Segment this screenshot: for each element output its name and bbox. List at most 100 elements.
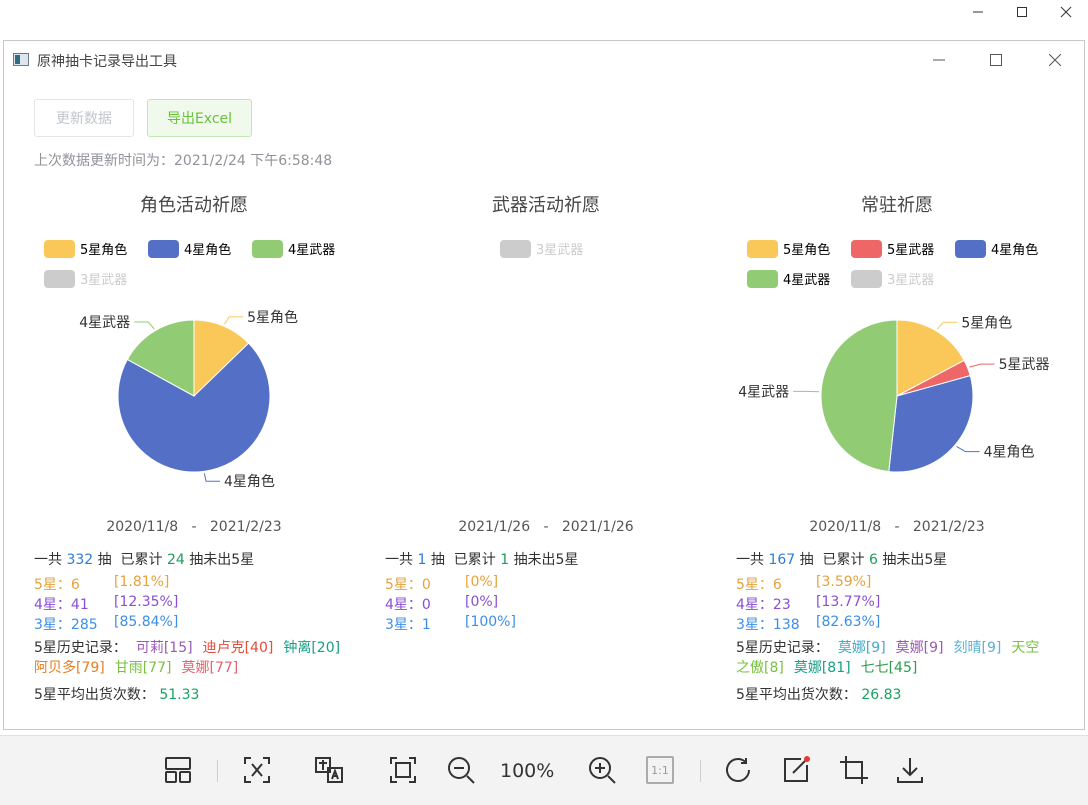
edit-button[interactable] (780, 754, 812, 786)
legend-label: 4星武器 (288, 239, 335, 258)
rotate-button[interactable] (722, 754, 754, 786)
pie-label-line (134, 322, 154, 329)
maximize-button[interactable] (973, 41, 1019, 79)
legend-item[interactable]: 4星武器 (252, 239, 335, 258)
update-data-button[interactable]: 更新数据 (34, 99, 134, 137)
text-extract-icon (242, 755, 272, 785)
toolbar-separator (700, 760, 701, 782)
total-count: 1 (417, 552, 426, 568)
rotate-icon (723, 755, 753, 785)
minimize-icon (972, 6, 984, 18)
total-line: 一共 167 抽 已累计 6 抽未出5星 (736, 549, 947, 569)
close-button[interactable] (1032, 41, 1078, 79)
pie-label: 4星角色 (984, 444, 1035, 461)
minimize-icon (933, 54, 945, 66)
star4-line: 4星：41[12.35%] (34, 594, 89, 614)
legend-swatch (500, 240, 531, 258)
close-icon (1060, 6, 1072, 18)
viewer-maximize-button[interactable] (1000, 0, 1044, 24)
legend-swatch (955, 240, 986, 258)
maximize-icon (1016, 6, 1028, 18)
pie-label: 4星武器 (738, 384, 789, 400)
pie-slice[interactable] (821, 320, 897, 472)
date-range: 2020/11/8 - 2021/2/23 (24, 519, 364, 535)
history-entry: 之傲[8] (736, 660, 784, 676)
legend-item[interactable]: 4星角色 (955, 239, 1038, 258)
history-entry: 莫娜[9] (896, 640, 944, 656)
legend-item[interactable]: 4星角色 (148, 239, 231, 258)
crop-icon (839, 755, 869, 785)
total-line: 一共 1 抽 已累计 1 抽未出5星 (385, 549, 578, 569)
legend-label: 3星武器 (536, 239, 583, 258)
since-count: 6 (869, 552, 878, 568)
edit-icon (781, 755, 811, 785)
viewer-close-button[interactable] (1044, 0, 1088, 24)
zoom-out-button[interactable] (445, 754, 477, 786)
date-range: 2020/11/8 - 2021/2/23 (727, 519, 1067, 535)
history-entry: 甘雨[77] (115, 660, 172, 676)
history-entry: 阿贝多[79] (34, 660, 105, 676)
download-button[interactable] (894, 754, 926, 786)
history-entry: 钟离[20] (283, 640, 340, 656)
crop-button[interactable] (838, 754, 870, 786)
extract-text-button[interactable] (241, 754, 273, 786)
date-end: 2021/2/23 (913, 519, 985, 535)
date-end: 2021/2/23 (210, 519, 282, 535)
viewer-window-controls (956, 0, 1088, 24)
legend-swatch (252, 240, 283, 258)
legend-swatch (44, 240, 75, 258)
pie-label-line (937, 322, 957, 329)
since-count: 1 (500, 552, 509, 568)
zoom-in-icon (587, 755, 617, 785)
legend-label: 4星角色 (991, 239, 1038, 258)
layout-icon (163, 755, 193, 785)
export-excel-button[interactable]: 导出Excel (147, 99, 252, 137)
layout-button[interactable] (162, 754, 194, 786)
pie-label: 5星角色 (247, 309, 298, 326)
fit-screen-button[interactable] (387, 754, 419, 786)
avg-character: 5星平均出货次数： 51.33 (34, 684, 199, 704)
legend-item[interactable]: 3星武器 (500, 239, 583, 258)
chart-title-standard: 常驻祈愿 (727, 191, 1067, 217)
zoom-in-button[interactable] (586, 754, 618, 786)
legend-label: 5星武器 (887, 239, 934, 258)
app-titlebar: 原神抽卡记录导出工具 (4, 41, 1084, 79)
actual-size-icon: 1:1 (646, 756, 674, 784)
date-separator: - (894, 519, 899, 535)
avg-standard: 5星平均出货次数： 26.83 (736, 684, 901, 704)
total-count: 167 (768, 552, 795, 568)
minimize-button[interactable] (916, 41, 962, 79)
legend-item[interactable]: 5星角色 (44, 239, 127, 258)
last-update-text: 上次数据更新时间为：2021/2/24 下午6:58:48 (34, 150, 332, 170)
actual-size-button[interactable]: 1:1 (644, 754, 676, 786)
star3-line: 3星：1[100%] (385, 614, 431, 634)
app-window: 原神抽卡记录导出工具 更新数据 导出Excel 上次数据更新时间为：2021/2… (3, 40, 1085, 730)
legend-label: 5星角色 (783, 239, 830, 258)
zoom-out-icon (446, 755, 476, 785)
date-start: 2021/1/26 (458, 519, 530, 535)
pie-label: 4星武器 (79, 315, 130, 331)
zoom-level: 100% (500, 760, 554, 782)
pie-chart-character: 5星角色4星角色4星武器 (24, 281, 364, 511)
toolbar-separator (217, 760, 218, 782)
history-entry: 莫娜[81] (794, 660, 851, 676)
translate-button[interactable] (313, 754, 345, 786)
history-character: 5星历史记录： 可莉[15]迪卢克[40]钟离[20] 阿贝多[79] 甘雨[77… (34, 638, 364, 678)
legend-swatch (851, 240, 882, 258)
date-end: 2021/1/26 (562, 519, 634, 535)
pie-label: 5星武器 (999, 357, 1050, 373)
history-line: 5星历史记录： 可莉[15]迪卢克[40]钟离[20] (34, 638, 364, 658)
date-separator: - (543, 519, 548, 535)
legend-swatch (747, 240, 778, 258)
legend-item[interactable]: 5星武器 (851, 239, 934, 258)
star5-line: 5星：0[0%] (385, 574, 431, 594)
viewer-minimize-button[interactable] (956, 0, 1000, 24)
history-line: 5星历史记录： 莫娜[9]莫娜[9]刻晴[9]天空 (736, 638, 1066, 658)
since-count: 24 (167, 552, 185, 568)
total-line: 一共 332 抽 已累计 24 抽未出5星 (34, 549, 254, 569)
window-title: 原神抽卡记录导出工具 (37, 51, 177, 71)
avg-value: 51.33 (159, 687, 199, 703)
star3-line: 3星：285[85.84%] (34, 614, 98, 634)
close-icon (1049, 54, 1061, 66)
legend-item[interactable]: 5星角色 (747, 239, 830, 258)
